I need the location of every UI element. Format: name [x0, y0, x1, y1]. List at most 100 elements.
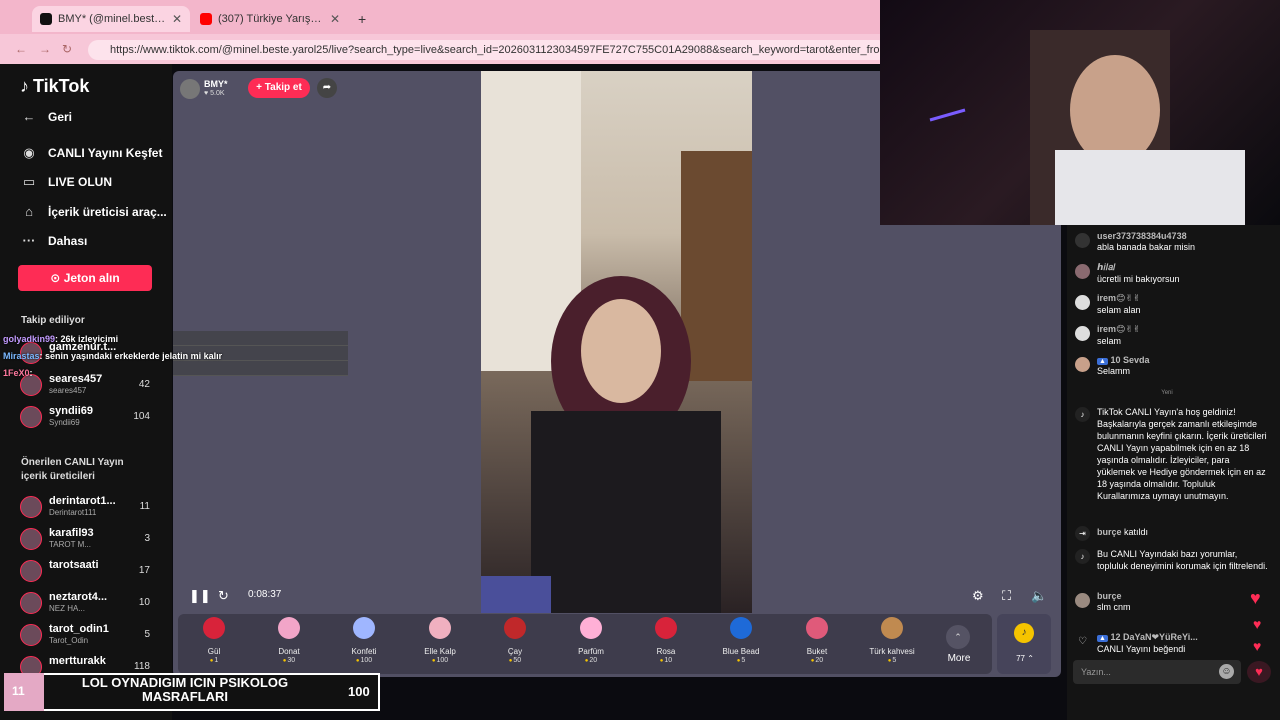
avatar — [20, 560, 42, 582]
tab-youtube[interactable]: (307) Türkiye Yarışma Programı ✕ — [192, 6, 348, 32]
url-field[interactable]: https://www.tiktok.com/@minel.beste.yaro… — [88, 40, 888, 60]
fullscreen-icon[interactable]: ⛶ — [1002, 588, 1011, 604]
viewer-count: 10 — [138, 597, 150, 608]
following-item[interactable]: seares457 seares457 42 — [20, 372, 152, 400]
tiktok-logo[interactable]: ♪ TikTok — [20, 76, 89, 97]
gift-icon — [730, 617, 752, 639]
chat-input[interactable]: Yazın... — [1073, 660, 1241, 684]
chat-user[interactable]: ℎ𝑖𝑙𝑎𝑙 — [1097, 262, 1269, 273]
tab-title: (307) Türkiye Yarışma Programı — [218, 13, 324, 25]
avatar — [20, 528, 42, 550]
gift-name: Blue Bead — [722, 647, 760, 656]
gift-icon — [580, 617, 602, 639]
following-item[interactable]: syndii69 Syndii69 104 — [20, 404, 152, 432]
gift-icon — [429, 617, 451, 639]
floating-heart-icon: ♥ — [1250, 588, 1261, 608]
gift-item[interactable]: Türk kahvesi5 — [862, 617, 922, 664]
gift-name: Donat — [278, 647, 300, 656]
refresh-icon[interactable]: ↻ — [218, 588, 229, 604]
gift-price: 5 — [711, 657, 771, 664]
settings-icon[interactable]: ⚙ — [972, 588, 984, 604]
nav-go-live[interactable]: ▭ LIVE OLUN — [20, 174, 112, 190]
account-name: tarot_odin1 — [49, 623, 109, 635]
nav-more[interactable]: ··· Dahası — [20, 233, 88, 248]
live-video[interactable] — [481, 71, 752, 613]
like-heart-icon[interactable]: ♥ — [1247, 661, 1271, 683]
chat-user[interactable]: irem😊✌✌ — [1097, 293, 1269, 304]
heart-outline-icon: ♡ — [1078, 636, 1087, 647]
following-title: Takip ediliyor — [21, 315, 85, 326]
account-name: seares457 — [49, 373, 103, 385]
get-coins-button[interactable]: ⊙ Jeton alın — [18, 265, 152, 291]
avatar — [20, 592, 42, 614]
coin-balance: 77 ⌃ — [1016, 654, 1034, 663]
chat-message: user373738384u4738 abla banada bakar mis… — [1097, 231, 1269, 253]
gift-item[interactable]: Konfeti100 — [334, 617, 394, 664]
gift-item[interactable]: Parfüm20 — [561, 617, 621, 664]
follow-button[interactable]: + Takip et — [248, 78, 310, 98]
camera-icon: ▭ — [22, 174, 36, 189]
emoji-icon[interactable]: ☺ — [1219, 664, 1234, 679]
nav-creator-tools[interactable]: ⌂ İçerik üreticisi araç... — [20, 204, 167, 219]
gift-item[interactable]: Elle Kalp100 — [410, 617, 470, 664]
volume-icon[interactable]: 🔈 — [1031, 588, 1047, 604]
gift-item[interactable]: Rosa10 — [636, 617, 696, 664]
account-name: mertturakk — [49, 655, 106, 667]
back-icon[interactable]: ← — [14, 42, 28, 56]
new-tab-button[interactable]: + — [350, 6, 370, 32]
more-gifts-icon[interactable]: ⌃ — [946, 625, 970, 649]
pause-icon[interactable]: ❚❚ — [189, 588, 211, 604]
gift-price: 10 — [636, 657, 696, 664]
viewer-count: 118 — [134, 661, 150, 672]
host-name[interactable]: BMY* — [204, 79, 228, 89]
suggested-item[interactable]: neztarot4... NEZ HA... 10 — [20, 590, 152, 618]
nav-live-explore[interactable]: ◉ CANLI Yayını Keşfet — [20, 145, 162, 161]
gift-icon — [353, 617, 375, 639]
chat-user[interactable]: irem😊✌✌ — [1097, 324, 1269, 335]
suggested-item[interactable]: tarot_odin1 Tarot_Odin 5 — [20, 622, 152, 650]
account-name: karafil93 — [49, 527, 94, 539]
avatar — [1075, 295, 1090, 310]
forward-icon[interactable]: → — [38, 42, 52, 56]
gift-name: Parfüm — [578, 647, 604, 656]
chat-user[interactable]: user373738384u4738 — [1097, 231, 1269, 241]
overlay-text: : — [29, 368, 33, 378]
gift-item[interactable]: Blue Bead5 — [711, 617, 771, 664]
gift-item[interactable]: Gül1 — [184, 617, 244, 664]
nav-label: LIVE OLUN — [48, 175, 113, 189]
gift-icon — [655, 617, 677, 639]
nav-back[interactable]: ← Geri — [20, 109, 73, 124]
tab-tiktok[interactable]: BMY* (@minel.beste.yarol25) ✕ — [32, 6, 190, 32]
chat-message: ℎ𝑖𝑙𝑎𝑙 ücretli mi bakıyorsun — [1097, 262, 1269, 285]
close-icon[interactable]: ✕ — [172, 12, 182, 26]
chat-message: irem😊✌✌ selam — [1097, 324, 1269, 347]
tiktok-coin-icon: ♪ — [1014, 623, 1034, 643]
reload-icon[interactable]: ↻ — [60, 42, 74, 56]
chat-user[interactable]: ▲ 10 Sevda — [1097, 355, 1269, 365]
gift-icon — [881, 617, 903, 639]
overlay-alert: golyadkin99: 26k izleyicimi — [3, 334, 118, 344]
gift-item[interactable]: Çay50 — [485, 617, 545, 664]
suggested-item[interactable]: karafil93 TAROT M... 3 — [20, 526, 152, 554]
logo-text: TikTok — [33, 76, 90, 96]
gift-name: Konfeti — [351, 647, 377, 656]
gift-name: Çay — [507, 647, 523, 656]
chat-user[interactable]: burçe — [1097, 591, 1269, 601]
close-icon[interactable]: ✕ — [330, 12, 340, 26]
gift-item[interactable]: Donat30 — [259, 617, 319, 664]
chat-user[interactable]: burçe — [1097, 527, 1122, 537]
avatar — [1075, 264, 1090, 279]
gift-item[interactable]: Buket20 — [787, 617, 847, 664]
viewer-count: 17 — [138, 565, 150, 576]
chat-user[interactable]: ▲ 12 DaYaN❤YüReYi... — [1097, 632, 1269, 643]
join-icon: ⇥ — [1075, 526, 1090, 541]
gift-price: 1 — [184, 657, 244, 664]
gift-price: 5 — [862, 657, 922, 664]
webcam-overlay — [880, 0, 1280, 225]
share-icon[interactable]: ➦ — [317, 78, 337, 98]
suggested-item[interactable]: tarotsaati 17 — [20, 558, 152, 586]
viewer-count: 5 — [144, 629, 150, 640]
host-avatar[interactable] — [180, 79, 200, 99]
more-gifts-label[interactable]: More — [946, 653, 972, 664]
suggested-item[interactable]: derintarot1... Derintarot111 11 — [20, 494, 152, 522]
